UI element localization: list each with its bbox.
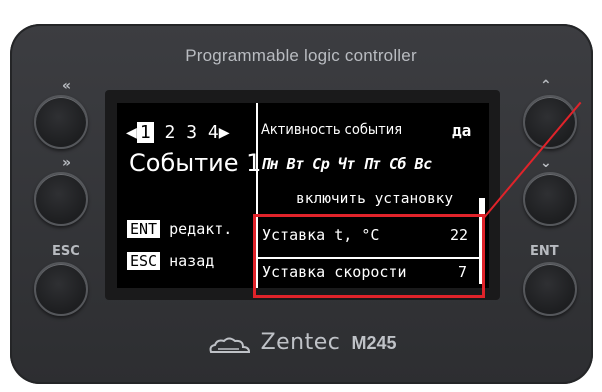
scroll-right-label: » bbox=[62, 155, 72, 171]
tab-prev-icon[interactable]: ◀ bbox=[126, 122, 137, 143]
device-title: Programmable logic controller bbox=[185, 46, 417, 65]
tab-3[interactable]: 3 bbox=[186, 122, 197, 143]
activity-value[interactable]: да bbox=[452, 121, 471, 140]
brand-name: Zentec bbox=[260, 330, 341, 355]
up-button[interactable] bbox=[523, 95, 577, 149]
esc-label: ESC bbox=[52, 244, 80, 259]
tab-4[interactable]: 4 bbox=[208, 122, 219, 143]
activity-row[interactable]: Активность события bbox=[261, 122, 402, 138]
weekdays-row[interactable]: Пн Вт Ср Чт Пт Сб Вс bbox=[261, 155, 432, 173]
esc-button[interactable] bbox=[34, 262, 88, 316]
ent-label: ENT bbox=[530, 244, 559, 259]
ent-key-badge: ENT bbox=[127, 220, 161, 238]
activity-label: Активность события bbox=[261, 122, 403, 138]
enable-setting-row[interactable]: включить установку bbox=[296, 191, 453, 207]
tab-next-icon[interactable]: ▶ bbox=[219, 122, 230, 143]
tab-row: ◀ 1 2 3 4▶ bbox=[126, 122, 230, 143]
event-title: Событие 1 bbox=[129, 149, 262, 177]
cloud-sun-icon bbox=[209, 337, 251, 353]
hint-esc: ESC назад bbox=[127, 252, 214, 270]
up-arrow-label: ⌃ bbox=[540, 78, 552, 94]
down-arrow-label: ⌄ bbox=[540, 155, 552, 171]
model-name: M245 bbox=[351, 333, 397, 353]
hint-ent: ENT редакт. bbox=[127, 220, 232, 238]
left-down-button[interactable] bbox=[34, 172, 88, 226]
esc-key-badge: ESC bbox=[127, 252, 161, 270]
hint-esc-label: назад bbox=[169, 252, 215, 270]
highlight-box bbox=[253, 214, 485, 298]
ent-button[interactable] bbox=[523, 262, 577, 316]
tab-1[interactable]: 1 bbox=[136, 122, 154, 143]
brand-logo: Zentec M245 bbox=[0, 330, 602, 356]
tab-2[interactable]: 2 bbox=[165, 122, 176, 143]
hint-ent-label: редакт. bbox=[169, 220, 233, 238]
scroll-left-label: « bbox=[62, 78, 72, 94]
down-button[interactable] bbox=[523, 172, 577, 226]
left-up-button[interactable] bbox=[34, 95, 88, 149]
